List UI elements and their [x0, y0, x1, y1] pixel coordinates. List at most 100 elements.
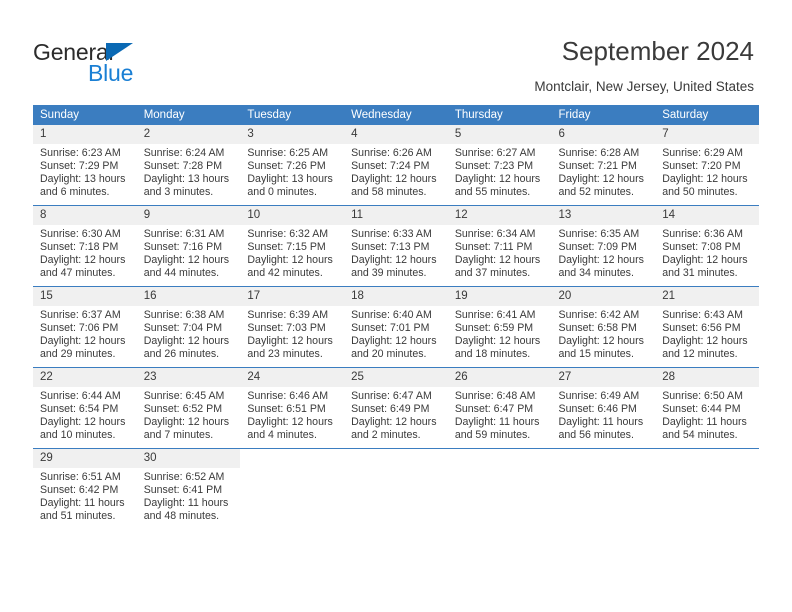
daylight-text: Daylight: 12 hours and 47 minutes.	[40, 254, 126, 280]
day-info: Sunrise: 6:52 AM Sunset: 6:41 PM Dayligh…	[137, 468, 241, 523]
day-info: Sunrise: 6:40 AM Sunset: 7:01 PM Dayligh…	[344, 306, 448, 361]
calendar-day-cell[interactable]: 9 Sunrise: 6:31 AM Sunset: 7:16 PM Dayli…	[136, 205, 241, 287]
calendar-day-cell[interactable]: 27 Sunrise: 6:49 AM Sunset: 6:46 PM Dayl…	[551, 367, 656, 449]
day-info: Sunrise: 6:43 AM Sunset: 6:56 PM Dayligh…	[655, 306, 759, 361]
day-number: 23	[136, 368, 241, 387]
day-number	[240, 449, 345, 455]
sunrise-text: Sunrise: 6:52 AM	[143, 471, 225, 483]
daylight-text: Daylight: 12 hours and 37 minutes.	[454, 254, 541, 280]
sunset-text: Sunset: 7:11 PM	[454, 241, 533, 254]
day-number: 14	[655, 206, 759, 225]
day-number: 27	[551, 368, 656, 387]
day-info: Sunrise: 6:50 AM Sunset: 6:44 PM Dayligh…	[655, 387, 759, 442]
calendar-day-cell[interactable]: 28 Sunrise: 6:50 AM Sunset: 6:44 PM Dayl…	[655, 367, 759, 449]
daylight-text: Daylight: 11 hours and 54 minutes.	[662, 416, 747, 442]
sunrise-text: Sunrise: 6:32 AM	[247, 228, 329, 240]
day-info: Sunrise: 6:39 AM Sunset: 7:03 PM Dayligh…	[240, 306, 344, 361]
calendar-week-row: 29 Sunrise: 6:51 AM Sunset: 6:42 PM Dayl…	[33, 448, 759, 529]
day-number: 26	[447, 368, 552, 387]
calendar-day-cell[interactable]: 14 Sunrise: 6:36 AM Sunset: 7:08 PM Dayl…	[655, 205, 759, 287]
sunrise-text: Sunrise: 6:50 AM	[662, 390, 743, 402]
calendar-day-cell[interactable]: 11 Sunrise: 6:33 AM Sunset: 7:13 PM Dayl…	[344, 205, 448, 287]
day-info: Sunrise: 6:23 AM Sunset: 7:29 PM Dayligh…	[33, 144, 137, 199]
calendar-day-cell[interactable]: 13 Sunrise: 6:35 AM Sunset: 7:09 PM Dayl…	[551, 205, 656, 287]
day-info: Sunrise: 6:44 AM Sunset: 6:54 PM Dayligh…	[33, 387, 137, 442]
day-number: 3	[240, 125, 345, 144]
day-number: 12	[447, 206, 552, 225]
calendar-day-cell[interactable]: 15 Sunrise: 6:37 AM Sunset: 7:06 PM Dayl…	[33, 286, 137, 368]
sunset-text: Sunset: 7:28 PM	[143, 160, 223, 173]
daylight-text: Daylight: 12 hours and 23 minutes.	[247, 335, 333, 361]
day-number: 10	[240, 206, 345, 225]
calendar-week-row: 8 Sunrise: 6:30 AM Sunset: 7:18 PM Dayli…	[33, 205, 759, 287]
calendar-day-cell[interactable]: 23 Sunrise: 6:45 AM Sunset: 6:52 PM Dayl…	[136, 367, 241, 449]
calendar-day-cell[interactable]: 6 Sunrise: 6:28 AM Sunset: 7:21 PM Dayli…	[551, 125, 656, 206]
day-info: Sunrise: 6:42 AM Sunset: 6:58 PM Dayligh…	[552, 306, 656, 361]
calendar-day-cell[interactable]: 16 Sunrise: 6:38 AM Sunset: 7:04 PM Dayl…	[136, 286, 241, 368]
calendar-day-cell[interactable]: 30 Sunrise: 6:52 AM Sunset: 6:41 PM Dayl…	[136, 448, 241, 529]
calendar-day-cell[interactable]: 22 Sunrise: 6:44 AM Sunset: 6:54 PM Dayl…	[33, 367, 137, 449]
day-number: 2	[136, 125, 241, 144]
calendar-day-cell-empty	[655, 448, 759, 529]
calendar-day-cell-empty	[240, 448, 345, 529]
sunrise-text: Sunrise: 6:49 AM	[558, 390, 640, 402]
sunrise-text: Sunrise: 6:24 AM	[143, 147, 225, 159]
day-number: 18	[344, 287, 448, 306]
sunrise-text: Sunrise: 6:48 AM	[454, 390, 536, 402]
calendar-day-cell[interactable]: 12 Sunrise: 6:34 AM Sunset: 7:11 PM Dayl…	[447, 205, 552, 287]
daylight-text: Daylight: 12 hours and 26 minutes.	[143, 335, 230, 361]
calendar-day-cell[interactable]: 4 Sunrise: 6:26 AM Sunset: 7:24 PM Dayli…	[344, 125, 448, 206]
day-info: Sunrise: 6:32 AM Sunset: 7:15 PM Dayligh…	[240, 225, 344, 280]
daylight-text: Daylight: 11 hours and 59 minutes.	[454, 416, 540, 442]
logo[interactable]: General Blue	[33, 39, 213, 87]
day-number: 5	[447, 125, 552, 144]
calendar-day-cell[interactable]: 10 Sunrise: 6:32 AM Sunset: 7:15 PM Dayl…	[240, 205, 345, 287]
sunset-text: Sunset: 7:15 PM	[247, 241, 326, 254]
weekday-header-thursday: Thursday	[447, 105, 552, 125]
sunrise-text: Sunrise: 6:25 AM	[247, 147, 329, 159]
sunrise-text: Sunrise: 6:43 AM	[662, 309, 743, 321]
sunset-text: Sunset: 7:09 PM	[558, 241, 637, 254]
calendar-day-cell[interactable]: 8 Sunrise: 6:30 AM Sunset: 7:18 PM Dayli…	[33, 205, 137, 287]
day-number: 6	[551, 125, 656, 144]
calendar-day-cell[interactable]: 17 Sunrise: 6:39 AM Sunset: 7:03 PM Dayl…	[240, 286, 345, 368]
sunset-text: Sunset: 7:06 PM	[40, 322, 119, 335]
calendar-day-cell[interactable]: 3 Sunrise: 6:25 AM Sunset: 7:26 PM Dayli…	[240, 125, 345, 206]
sunrise-text: Sunrise: 6:47 AM	[351, 390, 432, 402]
day-number	[551, 449, 656, 455]
sunrise-text: Sunrise: 6:28 AM	[558, 147, 640, 159]
weekday-header-monday: Monday	[136, 105, 241, 125]
calendar-day-cell[interactable]: 25 Sunrise: 6:47 AM Sunset: 6:49 PM Dayl…	[344, 367, 448, 449]
day-info: Sunrise: 6:35 AM Sunset: 7:09 PM Dayligh…	[552, 225, 656, 280]
day-info: Sunrise: 6:33 AM Sunset: 7:13 PM Dayligh…	[344, 225, 448, 280]
calendar-week-row: 1 Sunrise: 6:23 AM Sunset: 7:29 PM Dayli…	[33, 125, 759, 206]
calendar-day-cell[interactable]: 20 Sunrise: 6:42 AM Sunset: 6:58 PM Dayl…	[551, 286, 656, 368]
calendar-day-cell[interactable]: 1 Sunrise: 6:23 AM Sunset: 7:29 PM Dayli…	[33, 125, 137, 206]
day-info: Sunrise: 6:38 AM Sunset: 7:04 PM Dayligh…	[137, 306, 241, 361]
day-info: Sunrise: 6:34 AM Sunset: 7:11 PM Dayligh…	[448, 225, 552, 280]
calendar-day-cell[interactable]: 7 Sunrise: 6:29 AM Sunset: 7:20 PM Dayli…	[655, 125, 759, 206]
sunrise-text: Sunrise: 6:45 AM	[143, 390, 225, 402]
daylight-text: Daylight: 11 hours and 48 minutes.	[143, 497, 229, 523]
day-info: Sunrise: 6:28 AM Sunset: 7:21 PM Dayligh…	[552, 144, 656, 199]
sunrise-text: Sunrise: 6:38 AM	[143, 309, 225, 321]
daylight-text: Daylight: 12 hours and 2 minutes.	[351, 416, 437, 442]
calendar-day-cell[interactable]: 21 Sunrise: 6:43 AM Sunset: 6:56 PM Dayl…	[655, 286, 759, 368]
calendar-day-cell[interactable]: 24 Sunrise: 6:46 AM Sunset: 6:51 PM Dayl…	[240, 367, 345, 449]
sunrise-text: Sunrise: 6:41 AM	[454, 309, 536, 321]
day-number: 21	[655, 287, 759, 306]
calendar-day-cell[interactable]: 5 Sunrise: 6:27 AM Sunset: 7:23 PM Dayli…	[447, 125, 552, 206]
calendar-day-cell-empty	[344, 448, 448, 529]
calendar-day-cell[interactable]: 29 Sunrise: 6:51 AM Sunset: 6:42 PM Dayl…	[33, 448, 137, 529]
calendar-day-cell[interactable]: 18 Sunrise: 6:40 AM Sunset: 7:01 PM Dayl…	[344, 286, 448, 368]
sunrise-text: Sunrise: 6:23 AM	[40, 147, 121, 159]
triangle-icon	[106, 43, 133, 61]
calendar-day-cell[interactable]: 2 Sunrise: 6:24 AM Sunset: 7:28 PM Dayli…	[136, 125, 241, 206]
day-number: 11	[344, 206, 448, 225]
calendar-day-cell[interactable]: 26 Sunrise: 6:48 AM Sunset: 6:47 PM Dayl…	[447, 367, 552, 449]
day-info: Sunrise: 6:25 AM Sunset: 7:26 PM Dayligh…	[240, 144, 344, 199]
day-info: Sunrise: 6:37 AM Sunset: 7:06 PM Dayligh…	[33, 306, 137, 361]
calendar-day-cell[interactable]: 19 Sunrise: 6:41 AM Sunset: 6:59 PM Dayl…	[447, 286, 552, 368]
sunset-text: Sunset: 7:04 PM	[143, 322, 223, 335]
sunset-text: Sunset: 7:16 PM	[143, 241, 223, 254]
